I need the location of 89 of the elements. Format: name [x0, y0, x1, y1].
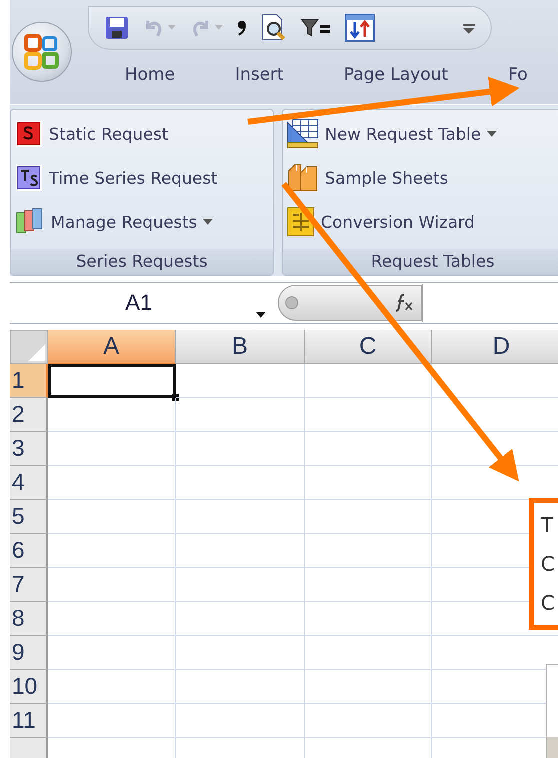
ribbon-command[interactable]: Conversion Wizard: [287, 204, 558, 240]
customize-caret-icon[interactable]: [463, 24, 475, 34]
sheet-cell[interactable]: [176, 704, 305, 738]
sheet-cell[interactable]: [176, 364, 305, 398]
column-header[interactable]: B: [176, 330, 305, 364]
row-header[interactable]: 11: [10, 704, 48, 738]
sheet-cell[interactable]: [48, 568, 176, 602]
name-box[interactable]: A1: [10, 284, 268, 322]
sheet-cell[interactable]: [176, 500, 305, 534]
ribbon-command[interactable]: New Request Table: [287, 116, 558, 152]
name-box-caret-icon[interactable]: [256, 312, 266, 318]
ribbon-tab[interactable]: Insert: [222, 60, 297, 90]
row-header[interactable]: 7: [10, 568, 48, 602]
column-header[interactable]: A: [48, 330, 176, 364]
function-icon[interactable]: [393, 292, 415, 314]
sheet-cell[interactable]: [48, 398, 176, 432]
row-header[interactable]: 9: [10, 636, 48, 670]
row-header[interactable]: 4: [10, 466, 48, 500]
sheet-cell[interactable]: [48, 534, 176, 568]
ribbon-tab[interactable]: Fo: [495, 60, 541, 90]
sheet-cell[interactable]: [48, 466, 176, 500]
sheet-cell[interactable]: [176, 534, 305, 568]
row-header[interactable]: 6: [10, 534, 48, 568]
command-label: Sample Sheets: [325, 168, 448, 188]
column-header[interactable]: C: [305, 330, 432, 364]
filter-icon[interactable]: [301, 18, 331, 38]
letter-s-icon: [15, 120, 43, 148]
group-title: Series Requests: [11, 249, 273, 275]
group-title: Request Tables: [283, 249, 558, 275]
sheet-cell[interactable]: [176, 568, 305, 602]
ribbon-command[interactable]: Time Series Request: [15, 160, 269, 196]
stacked-cards-icon: [15, 208, 45, 236]
dropdown-caret-icon[interactable]: [203, 219, 214, 225]
comma-style-icon[interactable]: [237, 20, 247, 36]
sheet-cell[interactable]: [176, 398, 305, 432]
dropdown-caret-icon[interactable]: [487, 131, 498, 137]
command-label: New Request Table: [325, 124, 482, 144]
command-label: Conversion Wizard: [321, 212, 476, 232]
sheet-cell[interactable]: [176, 670, 305, 704]
ribbon-command[interactable]: Sample Sheets: [287, 160, 558, 196]
callout-text: T: [541, 514, 554, 535]
column-header[interactable]: D: [432, 330, 558, 364]
print-preview-icon[interactable]: [261, 14, 287, 42]
row-header[interactable]: 1: [10, 364, 48, 398]
table-ruler-icon: [287, 119, 319, 149]
sheet-cell[interactable]: [176, 636, 305, 670]
row-header[interactable]: 8: [10, 602, 48, 636]
sheet-cell[interactable]: [176, 602, 305, 636]
sheet-cell[interactable]: [176, 466, 305, 500]
row-header[interactable]: 10: [10, 670, 48, 704]
sheet-cell[interactable]: [305, 704, 432, 738]
sheet-cell[interactable]: [305, 568, 432, 602]
sheet-cell[interactable]: [48, 670, 176, 704]
sheet-cell[interactable]: [305, 534, 432, 568]
save-icon[interactable]: [105, 16, 129, 40]
selected-cell[interactable]: [48, 364, 176, 398]
row-header[interactable]: 5: [10, 500, 48, 534]
select-all-corner[interactable]: [10, 330, 48, 364]
sheet-cell[interactable]: [176, 432, 305, 466]
sheet-cell[interactable]: [305, 398, 432, 432]
triangle-icon: [27, 343, 47, 363]
sort-icon[interactable]: [345, 14, 375, 42]
sheet-cell[interactable]: [48, 636, 176, 670]
callout-text: C: [541, 554, 555, 574]
sheet-cell[interactable]: [305, 500, 432, 534]
ts-icon: [15, 164, 43, 192]
sheet-cell[interactable]: [305, 364, 432, 398]
sheet-cell[interactable]: [305, 636, 432, 670]
row-header[interactable]: 2: [10, 398, 48, 432]
sheet-cell[interactable]: [48, 432, 176, 466]
row-header[interactable]: 3: [10, 432, 48, 466]
sheet-cell[interactable]: [305, 466, 432, 500]
command-label: Static Request: [49, 124, 168, 144]
sheet-cell[interactable]: [305, 670, 432, 704]
sheet-cell[interactable]: [305, 432, 432, 466]
ribbon-command[interactable]: Manage Requests: [15, 204, 269, 240]
books-icon: [287, 163, 319, 193]
sheet-cell[interactable]: [48, 602, 176, 636]
command-label: Time Series Request: [49, 168, 218, 188]
grip-icon[interactable]: [285, 296, 299, 310]
sheet-cell[interactable]: [48, 704, 176, 738]
office-logo-icon: [24, 34, 60, 70]
command-label: Manage Requests: [51, 212, 198, 232]
ribbon-tab[interactable]: Home: [112, 60, 188, 90]
ribbon-command[interactable]: Static Request: [15, 116, 269, 152]
ribbon-tab[interactable]: Page Layout: [330, 60, 462, 90]
sheet-cell[interactable]: [305, 602, 432, 636]
callout-text: C: [541, 593, 555, 614]
sheet-cell[interactable]: [48, 500, 176, 534]
